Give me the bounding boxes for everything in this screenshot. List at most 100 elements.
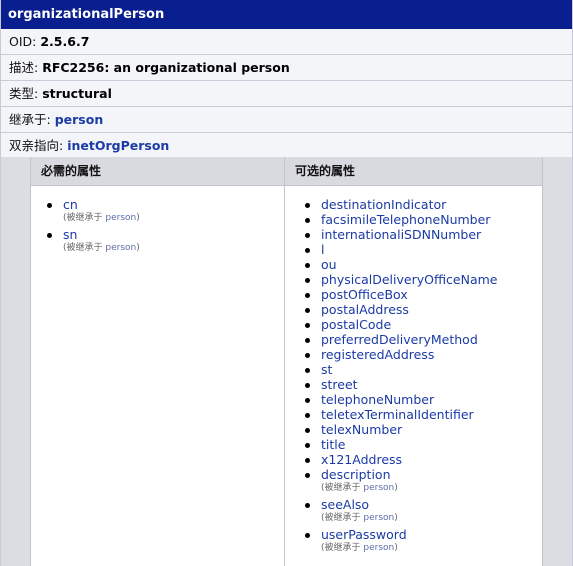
bullet-icon: [305, 398, 310, 403]
attribute-link[interactable]: ou: [321, 257, 542, 272]
bullet-icon: [47, 203, 52, 208]
type-label: 类型:: [9, 86, 39, 101]
attribute-link[interactable]: physicalDeliveryOfficeName: [321, 272, 542, 287]
attribute-item: ou: [303, 257, 542, 272]
inherited-prefix: (被继承于: [63, 243, 106, 253]
bullet-icon: [305, 203, 310, 208]
inherits-link[interactable]: person: [55, 112, 104, 127]
description-row: 描述: RFC2256: an organizational person: [1, 55, 572, 81]
inherited-suffix: ): [394, 543, 398, 553]
inherited-suffix: ): [394, 513, 398, 523]
attribute-item: street: [303, 377, 542, 392]
bullet-icon: [305, 443, 310, 448]
attribute-link[interactable]: userPassword: [321, 527, 542, 542]
bullet-icon: [305, 428, 310, 433]
attribute-link[interactable]: title: [321, 437, 542, 452]
attribute-link[interactable]: x121Address: [321, 452, 542, 467]
attribute-item: x121Address: [303, 452, 542, 467]
optional-attributes-list: destinationIndicator facsimileTelephoneNu…: [285, 186, 542, 555]
type-row: 类型: structural: [1, 81, 572, 107]
inherited-from-link[interactable]: person: [363, 483, 394, 493]
attribute-link[interactable]: teletexTerminalIdentifier: [321, 407, 542, 422]
attribute-link[interactable]: seeAlso: [321, 497, 542, 512]
optional-attributes-column: 可选的属性 destinationIndicator facsimileTelep…: [285, 157, 542, 566]
inherited-from-link[interactable]: person: [363, 543, 394, 553]
inherits-label: 继承于:: [9, 112, 51, 127]
attribute-item: physicalDeliveryOfficeName: [303, 272, 542, 287]
bullet-icon: [305, 473, 310, 478]
attribute-link[interactable]: cn: [63, 197, 284, 212]
bullet-icon: [305, 533, 310, 538]
bullet-icon: [305, 383, 310, 388]
attribute-link[interactable]: registeredAddress: [321, 347, 542, 362]
attribute-link[interactable]: street: [321, 377, 542, 392]
parent-label: 双亲指向:: [9, 138, 64, 153]
bullet-icon: [305, 278, 310, 283]
attribute-link[interactable]: st: [321, 362, 542, 377]
attribute-item: preferredDeliveryMethod: [303, 332, 542, 347]
attribute-link[interactable]: postalAddress: [321, 302, 542, 317]
attribute-item: postalAddress: [303, 302, 542, 317]
attribute-link[interactable]: internationaliSDNNumber: [321, 227, 542, 242]
attribute-item: sn (被继承于 person): [45, 227, 284, 255]
bullet-icon: [305, 308, 310, 313]
attribute-item: registeredAddress: [303, 347, 542, 362]
attribute-link[interactable]: postalCode: [321, 317, 542, 332]
parent-link[interactable]: inetOrgPerson: [67, 138, 169, 153]
inherited-prefix: (被继承于: [63, 213, 106, 223]
attribute-item: userPassword (被继承于 person): [303, 527, 542, 555]
required-attributes-list: cn (被继承于 person) sn (被继承于 person): [31, 186, 284, 255]
attribute-link[interactable]: postOfficeBox: [321, 287, 542, 302]
attribute-item: telexNumber: [303, 422, 542, 437]
inherits-row: 继承于: person: [1, 107, 572, 133]
required-attributes-column: 必需的属性 cn (被继承于 person) sn (被继承于 person): [31, 157, 285, 566]
attributes-section: 必需的属性 cn (被继承于 person) sn (被继承于 person) 可选的…: [1, 157, 572, 566]
bullet-icon: [305, 248, 310, 253]
bullet-icon: [305, 263, 310, 268]
attribute-link[interactable]: description: [321, 467, 542, 482]
attribute-item: destinationIndicator: [303, 197, 542, 212]
inherited-note: (被继承于 person): [63, 212, 284, 225]
inherited-note: (被继承于 person): [63, 242, 284, 255]
attribute-link[interactable]: facsimileTelephoneNumber: [321, 212, 542, 227]
oid-value: 2.5.6.7: [40, 34, 90, 49]
objectclass-panel: organizationalPerson OID: 2.5.6.7 描述: RF…: [0, 0, 573, 566]
type-value: structural: [42, 86, 112, 101]
attribute-link[interactable]: telephoneNumber: [321, 392, 542, 407]
attribute-link[interactable]: l: [321, 242, 542, 257]
attribute-link[interactable]: destinationIndicator: [321, 197, 542, 212]
inherited-from-link[interactable]: person: [363, 513, 394, 523]
attribute-item: title: [303, 437, 542, 452]
attribute-item: seeAlso (被继承于 person): [303, 497, 542, 525]
description-value: RFC2256: an organizational person: [42, 60, 290, 75]
attribute-item: teletexTerminalIdentifier: [303, 407, 542, 422]
bullet-icon: [305, 503, 310, 508]
objectclass-title: organizationalPerson: [1, 0, 572, 29]
attribute-item: postOfficeBox: [303, 287, 542, 302]
bullet-icon: [305, 293, 310, 298]
oid-row: OID: 2.5.6.7: [1, 29, 572, 55]
inherited-from-link[interactable]: person: [105, 243, 136, 253]
attribute-item: postalCode: [303, 317, 542, 332]
attribute-link[interactable]: preferredDeliveryMethod: [321, 332, 542, 347]
bullet-icon: [305, 368, 310, 373]
required-attributes-heading: 必需的属性: [31, 157, 284, 186]
attribute-link[interactable]: telexNumber: [321, 422, 542, 437]
parent-row: 双亲指向: inetOrgPerson: [1, 133, 572, 159]
optional-attributes-heading: 可选的属性: [285, 157, 542, 186]
attribute-item: description (被继承于 person): [303, 467, 542, 495]
attribute-link[interactable]: sn: [63, 227, 284, 242]
inherited-note: (被继承于 person): [321, 512, 542, 525]
inherited-suffix: ): [136, 243, 140, 253]
inherited-prefix: (被继承于: [321, 543, 364, 553]
inherited-prefix: (被继承于: [321, 483, 364, 493]
inherited-prefix: (被继承于: [321, 513, 364, 523]
bullet-icon: [305, 353, 310, 358]
inherited-suffix: ): [394, 483, 398, 493]
inherited-note: (被继承于 person): [321, 542, 542, 555]
bullet-icon: [305, 413, 310, 418]
bullet-icon: [305, 338, 310, 343]
inherited-from-link[interactable]: person: [105, 213, 136, 223]
bullet-icon: [47, 233, 52, 238]
bullet-icon: [305, 218, 310, 223]
